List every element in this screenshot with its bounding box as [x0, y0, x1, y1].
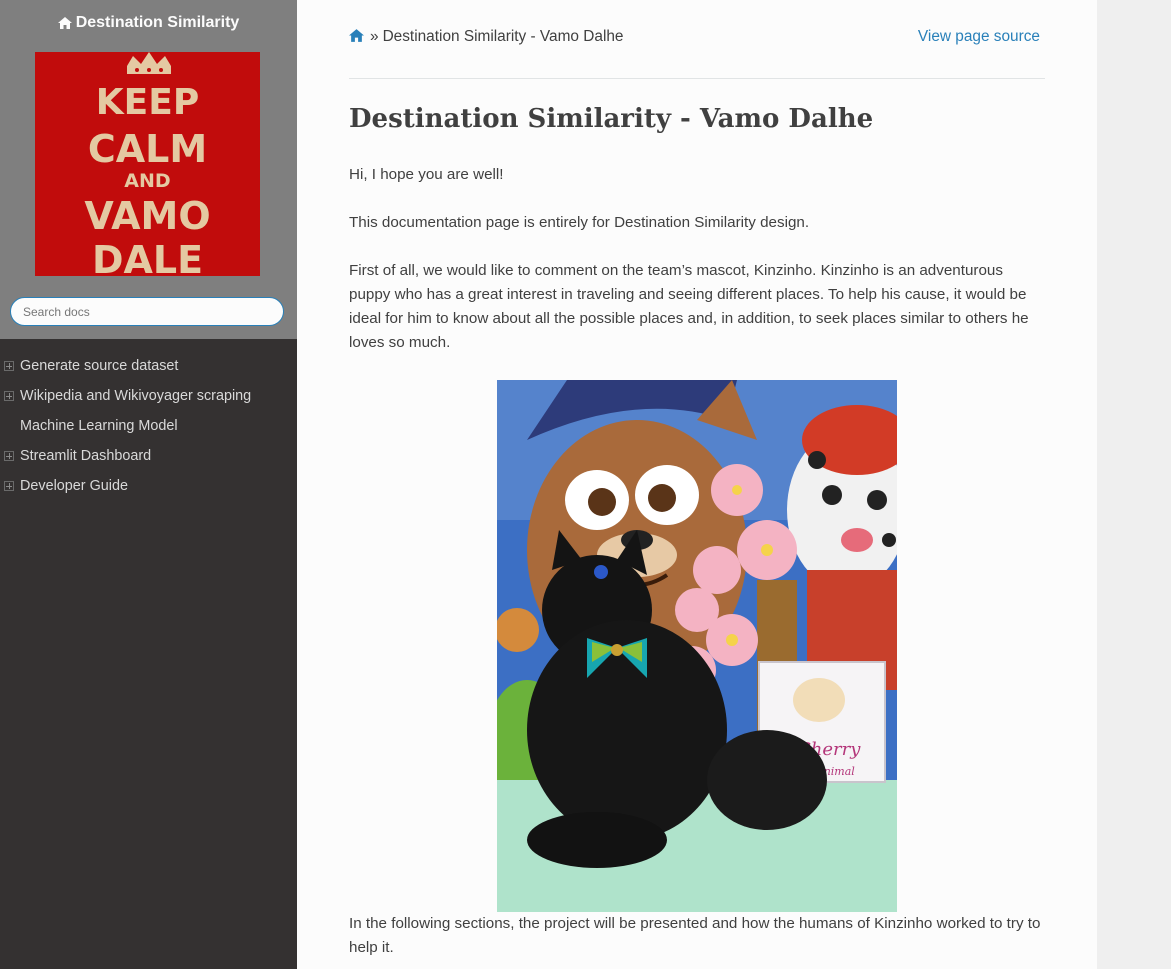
expand-icon[interactable] — [4, 481, 14, 491]
project-title: Destination Similarity — [75, 14, 240, 31]
logo-text-keep: KEEP — [95, 82, 200, 123]
logo-text-calm: CALM — [87, 127, 208, 171]
expand-icon[interactable] — [4, 391, 14, 401]
expand-icon[interactable] — [4, 361, 14, 371]
logo-text-vamo: VAMO — [84, 194, 211, 238]
paragraph-next-sections: In the following sections, the project w… — [349, 915, 1041, 956]
sidebar-item-developer-guide[interactable]: Developer Guide — [0, 471, 297, 501]
home-icon — [57, 17, 72, 29]
project-home-link[interactable]: Destination Similarity — [0, 0, 297, 36]
crown-icon — [127, 52, 171, 74]
sidebar-item-ml-model[interactable]: Machine Learning Model — [0, 411, 297, 441]
paragraph-mascot: First of all, we would like to comment o… — [349, 262, 1029, 351]
sidebar-header: Destination Similarity KEEP CALM AND VAM… — [0, 0, 297, 339]
paragraph-intro: This documentation page is entirely for … — [349, 214, 810, 231]
expand-icon[interactable] — [4, 451, 14, 461]
sidebar-nav: Generate source dataset Wikipedia and Wi… — [0, 351, 297, 501]
sidebar-item-label: Wikipedia and Wikivoyager scraping — [20, 388, 252, 404]
logo[interactable]: KEEP CALM AND VAMO DALE — [35, 52, 260, 276]
logo-text-dale: DALE — [91, 238, 204, 276]
mascot-dog-image: Cherry pet's animal — [497, 380, 897, 912]
sidebar-item-label: Developer Guide — [20, 478, 128, 494]
breadcrumb-separator: » — [370, 28, 379, 45]
search-input[interactable] — [10, 297, 284, 326]
divider — [349, 78, 1045, 79]
logo-text-and: AND — [124, 170, 171, 192]
breadcrumb-current: Destination Similarity - Vamo Dalhe — [382, 28, 624, 45]
right-margin — [1097, 0, 1171, 969]
page-title: Destination Similarity - Vamo Dalhe — [349, 104, 874, 134]
sidebar-item-label: Generate source dataset — [20, 358, 179, 374]
sidebar-item-streamlit-dashboard[interactable]: Streamlit Dashboard — [0, 441, 297, 471]
breadcrumb: » Destination Similarity - Vamo Dalhe Vie… — [349, 28, 1045, 50]
search-box — [10, 297, 284, 326]
view-page-source-link[interactable]: View page source — [918, 28, 1040, 46]
sidebar-item-generate-source-dataset[interactable]: Generate source dataset — [0, 351, 297, 381]
mascot-photo: Cherry pet's animal — [497, 380, 897, 912]
paragraph-greeting: Hi, I hope you are well! — [349, 166, 504, 183]
sidebar-item-label: Machine Learning Model — [20, 418, 178, 434]
main-content: » Destination Similarity - Vamo Dalhe Vie… — [297, 0, 1097, 969]
sidebar-item-label: Streamlit Dashboard — [20, 448, 152, 464]
sidebar-item-scraping[interactable]: Wikipedia and Wikivoyager scraping — [0, 381, 297, 411]
sidebar: Destination Similarity KEEP CALM AND VAM… — [0, 0, 297, 969]
home-icon[interactable] — [349, 29, 364, 42]
